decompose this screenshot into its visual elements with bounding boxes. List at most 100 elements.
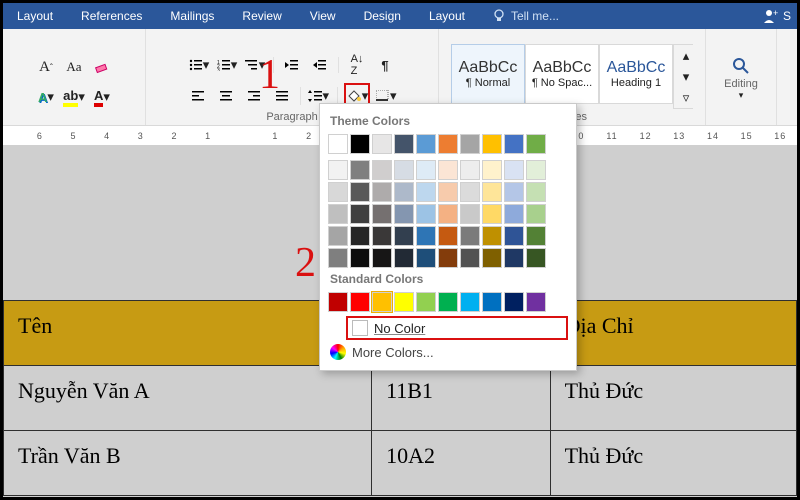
color-swatch[interactable] [504, 160, 524, 180]
color-swatch[interactable] [372, 134, 392, 154]
color-swatch[interactable] [460, 226, 480, 246]
more-colors-option[interactable]: More Colors... [330, 344, 568, 360]
color-swatch[interactable] [372, 248, 392, 268]
color-swatch[interactable] [460, 134, 480, 154]
color-swatch[interactable] [526, 292, 546, 312]
table-header-cell[interactable]: Địa Chỉ [550, 301, 796, 366]
color-swatch[interactable] [416, 182, 436, 202]
color-swatch[interactable] [504, 134, 524, 154]
color-swatch[interactable] [482, 160, 502, 180]
color-swatch[interactable] [394, 204, 414, 224]
color-swatch[interactable] [328, 160, 348, 180]
color-swatch[interactable] [416, 204, 436, 224]
color-swatch[interactable] [372, 160, 392, 180]
color-swatch[interactable] [526, 248, 546, 268]
color-swatch[interactable] [416, 292, 436, 312]
color-swatch[interactable] [526, 204, 546, 224]
color-swatch[interactable] [482, 226, 502, 246]
color-swatch[interactable] [350, 160, 370, 180]
color-swatch[interactable] [372, 182, 392, 202]
editing-group[interactable]: Editing ▾ [706, 29, 777, 125]
table-header-cell[interactable]: Tên [4, 301, 372, 366]
color-swatch[interactable] [438, 134, 458, 154]
style-no-spacing[interactable]: AaBbCc¶ No Spac... [525, 44, 599, 104]
color-swatch[interactable] [460, 292, 480, 312]
table-row[interactable]: Nguyễn Văn A 11B1 Thủ Đức [4, 366, 797, 431]
color-swatch[interactable] [394, 248, 414, 268]
table-cell[interactable]: Thủ Đức [550, 431, 796, 496]
color-swatch[interactable] [328, 248, 348, 268]
styles-more-button[interactable]: ▿ [674, 87, 698, 108]
color-swatch[interactable] [438, 160, 458, 180]
bullets-button[interactable]: ▾ [187, 53, 211, 77]
color-swatch[interactable] [482, 204, 502, 224]
increase-indent-button[interactable] [308, 53, 332, 77]
color-swatch[interactable] [438, 204, 458, 224]
style-normal[interactable]: AaBbCc¶ Normal [451, 44, 525, 104]
styles-up-button[interactable]: ▴ [674, 45, 698, 66]
color-swatch[interactable] [328, 182, 348, 202]
change-case-button[interactable]: Aa [62, 55, 86, 79]
color-swatch[interactable] [394, 182, 414, 202]
color-swatch[interactable] [350, 134, 370, 154]
color-swatch[interactable] [416, 226, 436, 246]
color-swatch[interactable] [482, 248, 502, 268]
color-swatch[interactable] [328, 204, 348, 224]
style-heading1[interactable]: AaBbCcHeading 1 [599, 44, 673, 104]
color-swatch[interactable] [328, 292, 348, 312]
color-swatch[interactable] [350, 204, 370, 224]
color-swatch[interactable] [526, 160, 546, 180]
color-swatch[interactable] [504, 292, 524, 312]
table-cell[interactable]: Thủ Đức [550, 366, 796, 431]
color-swatch[interactable] [416, 248, 436, 268]
grow-font-button[interactable]: Aˆ [34, 55, 58, 79]
align-center-button[interactable] [214, 84, 238, 108]
color-swatch[interactable] [350, 248, 370, 268]
no-color-option[interactable]: No Color [346, 316, 568, 340]
color-swatch[interactable] [504, 204, 524, 224]
show-marks-button[interactable]: ¶ [373, 53, 397, 77]
table-cell[interactable]: Trần Văn B [4, 431, 372, 496]
color-swatch[interactable] [482, 292, 502, 312]
align-left-button[interactable] [186, 84, 210, 108]
numbering-button[interactable]: 123▾ [215, 53, 239, 77]
color-swatch[interactable] [438, 182, 458, 202]
color-swatch[interactable] [394, 160, 414, 180]
color-swatch[interactable] [372, 226, 392, 246]
color-swatch[interactable] [460, 248, 480, 268]
table-cell[interactable]: 11B1 [372, 366, 551, 431]
color-swatch[interactable] [482, 134, 502, 154]
color-swatch[interactable] [350, 182, 370, 202]
sort-button[interactable]: A↓Z [345, 53, 369, 77]
color-swatch[interactable] [482, 182, 502, 202]
styles-down-button[interactable]: ▾ [674, 66, 698, 87]
text-effects-button[interactable]: A▾ [34, 85, 58, 109]
tab-mailings[interactable]: Mailings [156, 3, 228, 29]
tab-review[interactable]: Review [228, 3, 295, 29]
tell-me[interactable]: Tell me... [479, 3, 573, 29]
color-swatch[interactable] [350, 226, 370, 246]
color-swatch[interactable] [394, 134, 414, 154]
tab-design[interactable]: Design [350, 3, 415, 29]
color-swatch[interactable] [350, 292, 370, 312]
color-swatch[interactable] [394, 292, 414, 312]
color-swatch[interactable] [460, 160, 480, 180]
color-swatch[interactable] [372, 204, 392, 224]
color-swatch[interactable] [438, 248, 458, 268]
tab-view[interactable]: View [296, 3, 350, 29]
color-swatch[interactable] [438, 292, 458, 312]
tab-layout2[interactable]: Layout [415, 3, 479, 29]
tab-references[interactable]: References [67, 3, 156, 29]
color-swatch[interactable] [504, 182, 524, 202]
font-color-button[interactable]: A▾ [90, 85, 114, 109]
color-swatch[interactable] [526, 182, 546, 202]
table-cell[interactable]: 10A2 [372, 431, 551, 496]
color-swatch[interactable] [526, 226, 546, 246]
table-cell[interactable]: Nguyễn Văn A [4, 366, 372, 431]
color-swatch[interactable] [504, 226, 524, 246]
tab-layout[interactable]: Layout [3, 3, 67, 29]
share-button[interactable]: + S [757, 8, 797, 24]
highlight-button[interactable]: ab▾ [62, 85, 86, 109]
color-swatch[interactable] [504, 248, 524, 268]
clear-formatting-button[interactable] [90, 55, 114, 79]
